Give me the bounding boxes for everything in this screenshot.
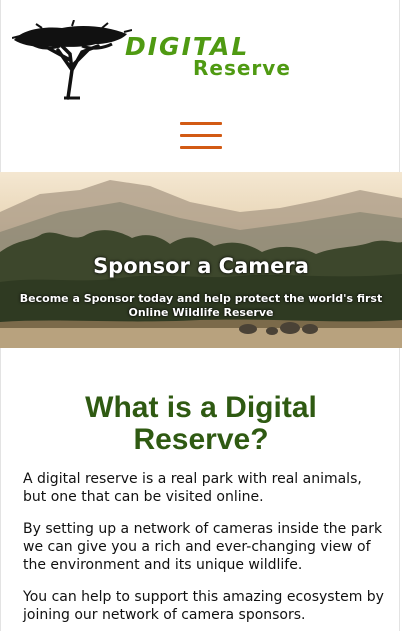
hero-banner: Sponsor a Camera Become a Sponsor today … (0, 172, 402, 348)
hero-subtitle: Become a Sponsor today and help protect … (19, 292, 383, 319)
hero-title: Sponsor a Camera (93, 254, 309, 278)
section-heading: What is a Digital Reserve? (85, 391, 317, 456)
acacia-tree-logo-icon (12, 20, 132, 100)
logo-subtitle: Reserve (193, 56, 291, 80)
menu-bar-middle (180, 134, 222, 137)
paragraph-3: You can help to support this amazing eco… (23, 589, 384, 623)
menu-bar-bottom (180, 146, 222, 149)
hamburger-menu-icon[interactable] (180, 120, 222, 152)
site-logo[interactable]: DIGITAL Reserve (12, 20, 302, 100)
menu-bar-top (180, 122, 222, 125)
site-header: DIGITAL Reserve (0, 0, 402, 170)
main-content: What is a Digital Reserve? A digital res… (0, 392, 402, 624)
paragraph-1: A digital reserve is a real park with re… (23, 471, 362, 505)
paragraph-2: By setting up a network of cameras insid… (23, 521, 383, 573)
